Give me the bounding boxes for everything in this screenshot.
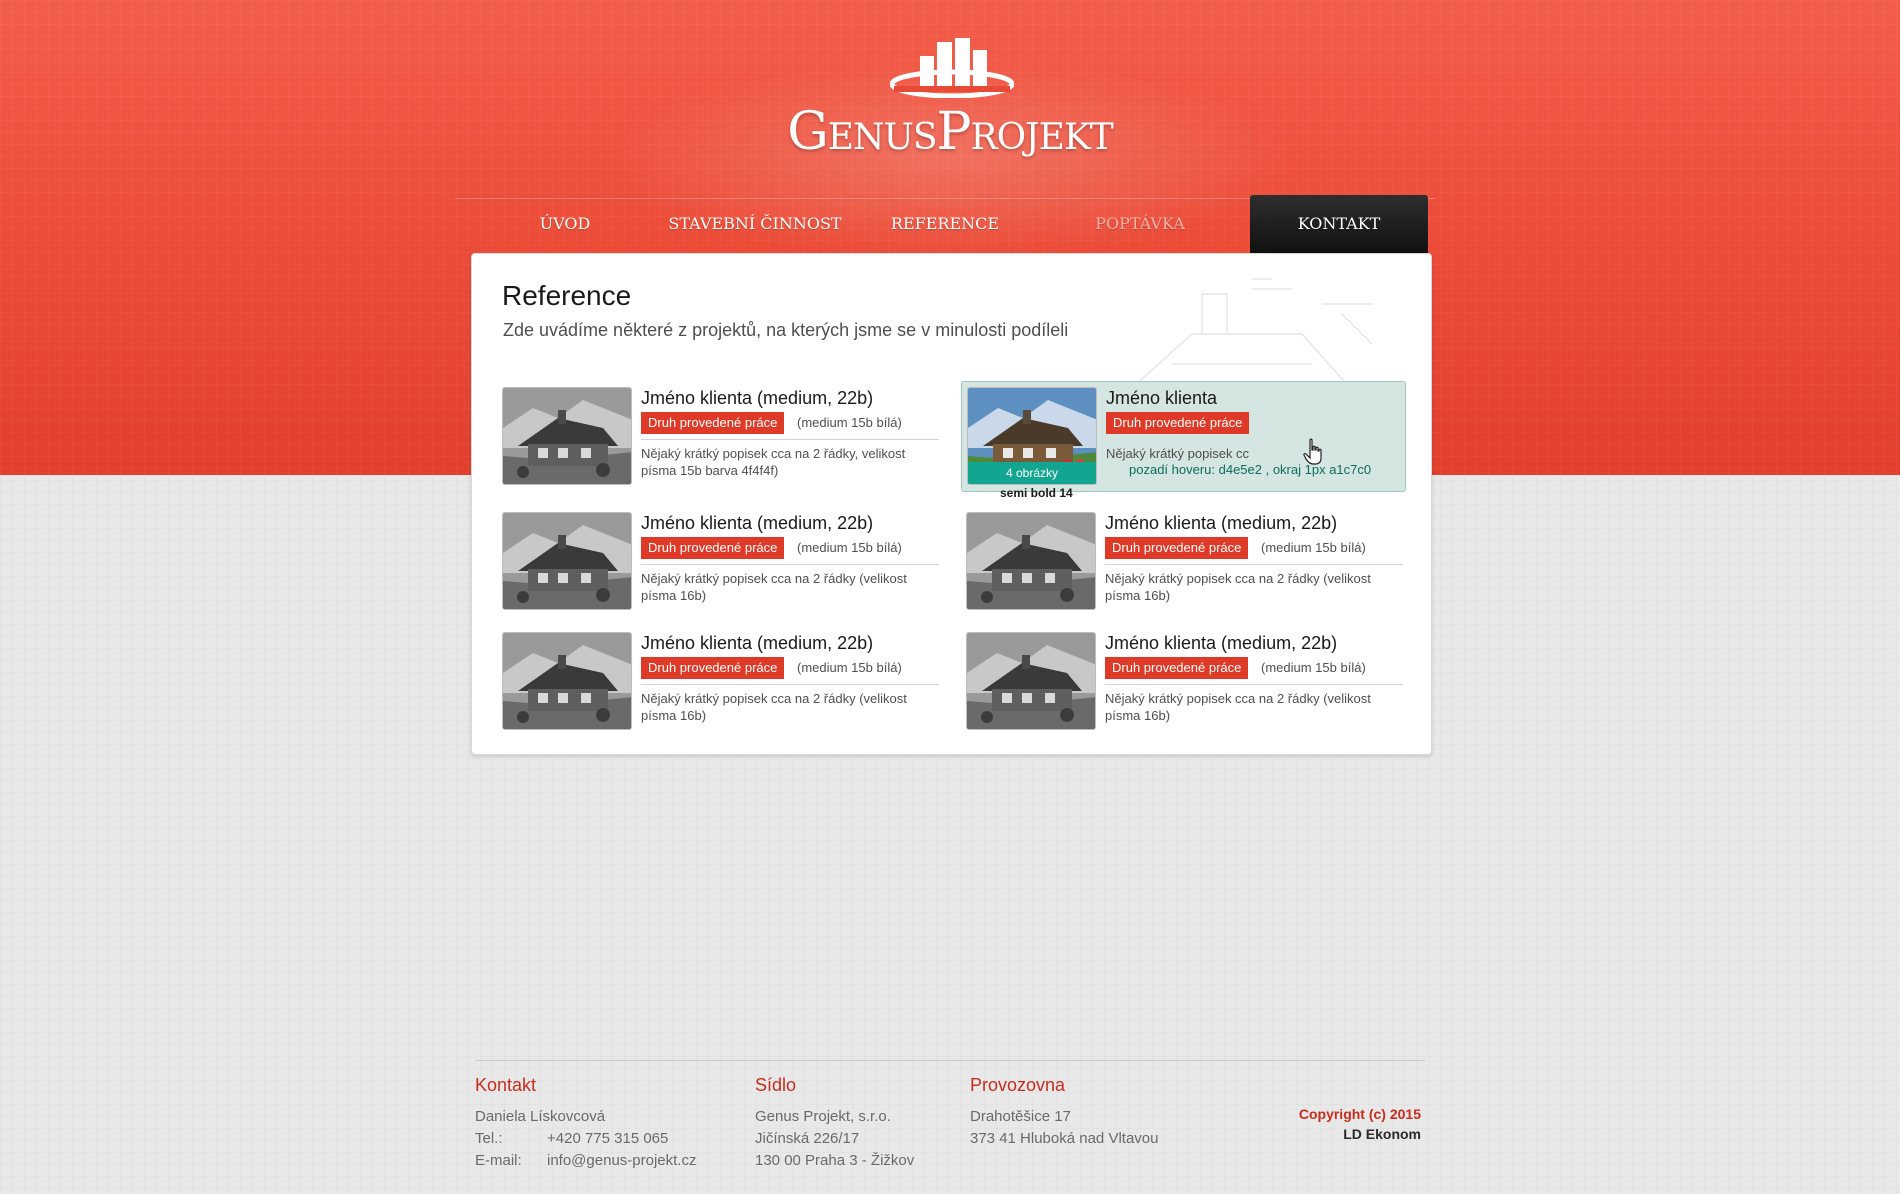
reference-thumbnail[interactable] (502, 512, 632, 610)
client-name[interactable]: Jméno klienta (medium, 22b) (1105, 513, 1337, 534)
copyright-text: Copyright (c) 2015 (1298, 1106, 1421, 1122)
reference-item[interactable]: Jméno klienta (medium, 22b) Druh provede… (502, 512, 944, 612)
author-link[interactable]: LD Ekonom (1230, 1124, 1421, 1144)
work-type-badge: Druh provedené práce (641, 537, 785, 559)
client-name[interactable]: Jméno klienta (1106, 388, 1217, 409)
reference-description: Nějaký krátký popisek cc (1106, 446, 1250, 461)
divider (1105, 564, 1403, 565)
contact-email-row: E-mail: info@genus-projekt.cz (475, 1150, 696, 1172)
footer-office: Provozovna Drahotěšice 17 373 41 Hluboká… (970, 1075, 1158, 1150)
client-name[interactable]: Jméno klienta (medium, 22b) (1105, 633, 1337, 654)
reference-item[interactable]: Jméno klienta (medium, 22b) Druh provede… (966, 632, 1408, 732)
nav-item-kontakt[interactable]: KONTAKT (1250, 195, 1428, 253)
hover-style-note: pozadí hoveru: d4e5e2 , okraj 1px a1c7c0 (1129, 462, 1372, 477)
reference-thumbnail[interactable] (502, 387, 632, 485)
client-name[interactable]: Jméno klienta (medium, 22b) (641, 388, 873, 409)
site-logo[interactable]: GenusProjekt (780, 36, 1120, 166)
reference-item[interactable]: Jméno klienta (medium, 22b) Druh provede… (502, 632, 944, 732)
copyright-block: Copyright (c) 2015 LD Ekonom (1230, 1104, 1421, 1144)
seat-line: 130 00 Praha 3 - Žižkov (755, 1152, 915, 1169)
reference-thumbnail[interactable]: 4 obrázky (967, 387, 1097, 485)
reference-item[interactable]: Jméno klienta (medium, 22b) Druh provede… (502, 387, 944, 487)
footer-heading: Sídlo (755, 1075, 797, 1095)
email-label: E-mail: (475, 1152, 522, 1169)
house-photo-icon (967, 513, 1095, 609)
phone-link[interactable]: +420 775 315 065 (547, 1130, 668, 1147)
reference-description: Nějaký krátký popisek cca na 2 řádky (ve… (1105, 691, 1371, 723)
nav-item-stavebni-cinnost[interactable]: STAVEBNÍ ČINNOST (655, 195, 855, 253)
work-type-note: (medium 15b bílá) (797, 415, 902, 430)
reference-thumbnail[interactable] (966, 632, 1096, 730)
client-name[interactable]: Jméno klienta (medium, 22b) (641, 513, 873, 534)
contact-phone-row: Tel.: +420 775 315 065 (475, 1128, 696, 1150)
work-type-badge: Druh provedené práce (641, 412, 785, 434)
house-photo-icon (503, 388, 631, 484)
work-type-badge: Druh provedené práce (1105, 537, 1249, 559)
reference-description: Nějaký krátký popisek cca na 2 řádky (ve… (641, 691, 907, 723)
house-photo-icon (503, 513, 631, 609)
page-title: Reference (502, 280, 632, 311)
house-photo-icon (967, 633, 1095, 729)
work-type-note: (medium 15b bílá) (797, 540, 902, 555)
office-line: 373 41 Hluboká nad Vltavou (970, 1130, 1159, 1147)
image-count-badge: 4 obrázky (968, 462, 1096, 484)
footer-heading: Provozovna (970, 1075, 1066, 1095)
contact-person: Daniela Lískovcová (475, 1108, 606, 1125)
reference-description: Nějaký krátký popisek cca na 2 řádky (ve… (1105, 571, 1371, 603)
logo-word-projekt: Projekt (936, 102, 1114, 162)
content-card: Reference Zde uvádíme některé z projektů… (471, 253, 1432, 755)
divider (641, 684, 939, 685)
work-type-note: (medium 15b bílá) (1261, 660, 1366, 675)
reference-thumbnail[interactable] (502, 632, 632, 730)
hand-pointer-icon (1303, 438, 1322, 465)
logo-word-genus: Genus (787, 102, 937, 162)
footer-contact: Kontakt Daniela Lískovcová Tel.: +420 775… (475, 1075, 696, 1172)
footer-divider (475, 1060, 1425, 1061)
logo-wordmark: GenusProjekt (780, 102, 1120, 162)
nav-item-reference[interactable]: REFERENCE (870, 195, 1020, 253)
reference-item[interactable]: Jméno klienta (medium, 22b) Druh provede… (966, 512, 1408, 612)
main-navigation: ÚVOD STAVEBNÍ ČINNOST REFERENCE POPTÁVKA… (470, 195, 1430, 253)
nav-item-poptavka[interactable]: POPTÁVKA (1060, 195, 1220, 253)
divider (641, 564, 939, 565)
footer-seat: Sídlo Genus Projekt, s.r.o. Jičínská 226… (755, 1075, 914, 1172)
office-line: Drahotěšice 17 (970, 1108, 1071, 1125)
seat-line: Genus Projekt, s.r.o. (755, 1108, 891, 1125)
work-type-badge: Druh provedené práce (1105, 657, 1249, 679)
reference-description: Nějaký krátký popisek cca na 2 řádky (ve… (641, 571, 907, 603)
divider (1105, 684, 1403, 685)
badge-style-note: semi bold 14 (1000, 486, 1073, 500)
reference-thumbnail[interactable] (966, 512, 1096, 610)
work-type-note: (medium 15b bílá) (797, 660, 902, 675)
phone-label: Tel.: (475, 1130, 503, 1147)
work-type-badge: Druh provedené práce (641, 657, 785, 679)
buildings-logo-icon (890, 38, 1014, 98)
work-type-note: (medium 15b bílá) (1261, 540, 1366, 555)
work-type-badge: Druh provedené práce (1106, 412, 1250, 434)
page-subtitle: Zde uvádíme některé z projektů, na který… (503, 320, 1069, 340)
seat-line: Jičínská 226/17 (755, 1130, 860, 1147)
reference-item-hover[interactable]: 4 obrázky Jméno klienta Druh provedené p… (961, 381, 1406, 492)
reference-description: Nějaký krátký popisek cca na 2 řádky, ve… (641, 446, 906, 478)
divider (641, 439, 939, 440)
client-name[interactable]: Jméno klienta (medium, 22b) (641, 633, 873, 654)
house-photo-icon (503, 633, 631, 729)
email-link[interactable]: info@genus-projekt.cz (547, 1152, 696, 1169)
footer-heading: Kontakt (475, 1075, 537, 1095)
nav-item-uvod[interactable]: ÚVOD (510, 195, 620, 253)
